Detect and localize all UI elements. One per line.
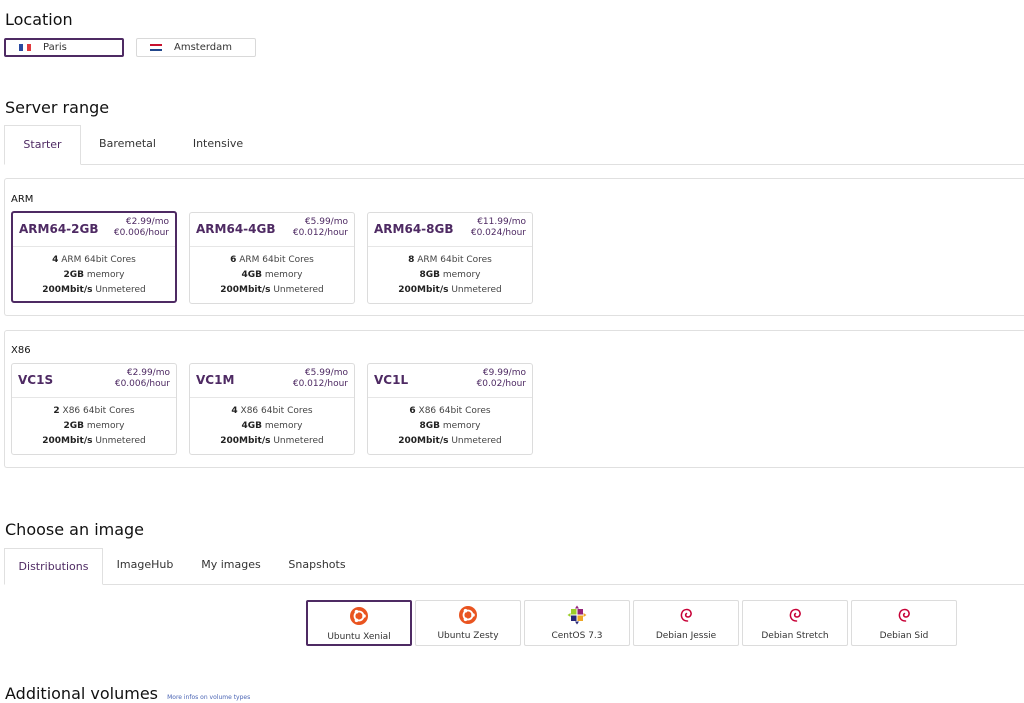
tab-starter[interactable]: Starter (4, 125, 81, 165)
server-price: €5.99/mo €0.012/hour (292, 217, 348, 238)
server-range-title: Server range (5, 98, 110, 117)
server-range-tabs: Starter Baremetal Intensive (4, 125, 1024, 165)
server-card-arm64-8gb[interactable]: ARM64-8GB €11.99/mo €0.024/hour 8 ARM 64… (367, 212, 533, 304)
location-amsterdam-button[interactable]: Amsterdam (136, 38, 256, 57)
server-price: €5.99/mo €0.012/hour (292, 368, 348, 389)
image-ubuntu-zesty[interactable]: Ubuntu Zesty (415, 600, 521, 646)
x86-server-group: X86 VC1S €2.99/mo €0.006/hour 2 X86 64bi… (4, 330, 1024, 468)
volume-types-link[interactable]: More infos on volume types (167, 694, 250, 701)
server-price: €2.99/mo €0.006/hour (114, 368, 170, 389)
choose-image-title: Choose an image (5, 520, 145, 539)
location-label: Amsterdam (174, 42, 233, 53)
tab-imagehub[interactable]: ImageHub (103, 548, 187, 584)
server-name: ARM64-4GB (196, 222, 276, 236)
server-specs: 8 ARM 64bit Cores 8GB memory 200Mbit/s U… (398, 255, 502, 295)
debian-icon (789, 608, 801, 622)
netherlands-flag-icon (150, 44, 162, 51)
group-label: X86 (11, 345, 31, 356)
server-card-arm64-4gb[interactable]: ARM64-4GB €5.99/mo €0.012/hour 6 ARM 64b… (189, 212, 355, 304)
server-price: €9.99/mo €0.02/hour (476, 368, 526, 389)
server-specs: 4 ARM 64bit Cores 2GB memory 200Mbit/s U… (42, 255, 146, 295)
server-name: VC1M (196, 373, 235, 387)
server-specs: 2 X86 64bit Cores 2GB memory 200Mbit/s U… (42, 406, 146, 446)
server-specs: 4 X86 64bit Cores 4GB memory 200Mbit/s U… (220, 406, 324, 446)
ubuntu-icon (350, 607, 368, 625)
server-name: VC1S (18, 373, 54, 387)
server-specs: 6 X86 64bit Cores 8GB memory 200Mbit/s U… (398, 406, 502, 446)
image-debian-jessie[interactable]: Debian Jessie (633, 600, 739, 646)
server-price: €2.99/mo €0.006/hour (113, 217, 169, 238)
ubuntu-icon (459, 606, 477, 624)
server-name: ARM64-2GB (19, 222, 99, 236)
image-tabs: Distributions ImageHub My images Snapsho… (4, 548, 1024, 585)
image-label: Debian Stretch (761, 631, 829, 641)
additional-volumes-title: Additional volumes (5, 684, 159, 703)
location-title: Location (5, 10, 73, 29)
image-debian-stretch[interactable]: Debian Stretch (742, 600, 848, 646)
image-debian-sid[interactable]: Debian Sid (851, 600, 957, 646)
arm-server-group: ARM ARM64-2GB €2.99/mo €0.006/hour 4 ARM… (4, 178, 1024, 316)
tab-baremetal[interactable]: Baremetal (81, 125, 174, 164)
server-price: €11.99/mo €0.024/hour (470, 217, 526, 238)
centos-icon (567, 605, 587, 625)
debian-icon (898, 608, 910, 622)
image-label: CentOS 7.3 (551, 631, 603, 641)
image-centos-7-3[interactable]: CentOS 7.3 (524, 600, 630, 646)
location-label: Paris (43, 42, 67, 53)
tab-my-images[interactable]: My images (187, 548, 275, 584)
tab-distributions[interactable]: Distributions (4, 548, 103, 585)
image-ubuntu-xenial[interactable]: Ubuntu Xenial (306, 600, 412, 646)
server-card-vc1m[interactable]: VC1M €5.99/mo €0.012/hour 4 X86 64bit Co… (189, 363, 355, 455)
image-label: Ubuntu Zesty (437, 631, 499, 641)
server-card-vc1l[interactable]: VC1L €9.99/mo €0.02/hour 6 X86 64bit Cor… (367, 363, 533, 455)
france-flag-icon (19, 44, 31, 51)
server-card-vc1s[interactable]: VC1S €2.99/mo €0.006/hour 2 X86 64bit Co… (11, 363, 177, 455)
server-name: VC1L (374, 373, 409, 387)
location-paris-button[interactable]: Paris (4, 38, 124, 57)
additional-volumes-header: Additional volumes More infos on volume … (5, 684, 250, 703)
group-label: ARM (11, 194, 34, 205)
image-label: Debian Sid (879, 631, 929, 641)
debian-icon (680, 608, 692, 622)
image-label: Ubuntu Xenial (327, 632, 391, 642)
tab-intensive[interactable]: Intensive (174, 125, 262, 164)
server-specs: 6 ARM 64bit Cores 4GB memory 200Mbit/s U… (220, 255, 324, 295)
server-name: ARM64-8GB (374, 222, 454, 236)
image-label: Debian Jessie (655, 631, 717, 641)
tab-snapshots[interactable]: Snapshots (275, 548, 359, 584)
server-card-arm64-2gb[interactable]: ARM64-2GB €2.99/mo €0.006/hour 4 ARM 64b… (11, 211, 177, 303)
